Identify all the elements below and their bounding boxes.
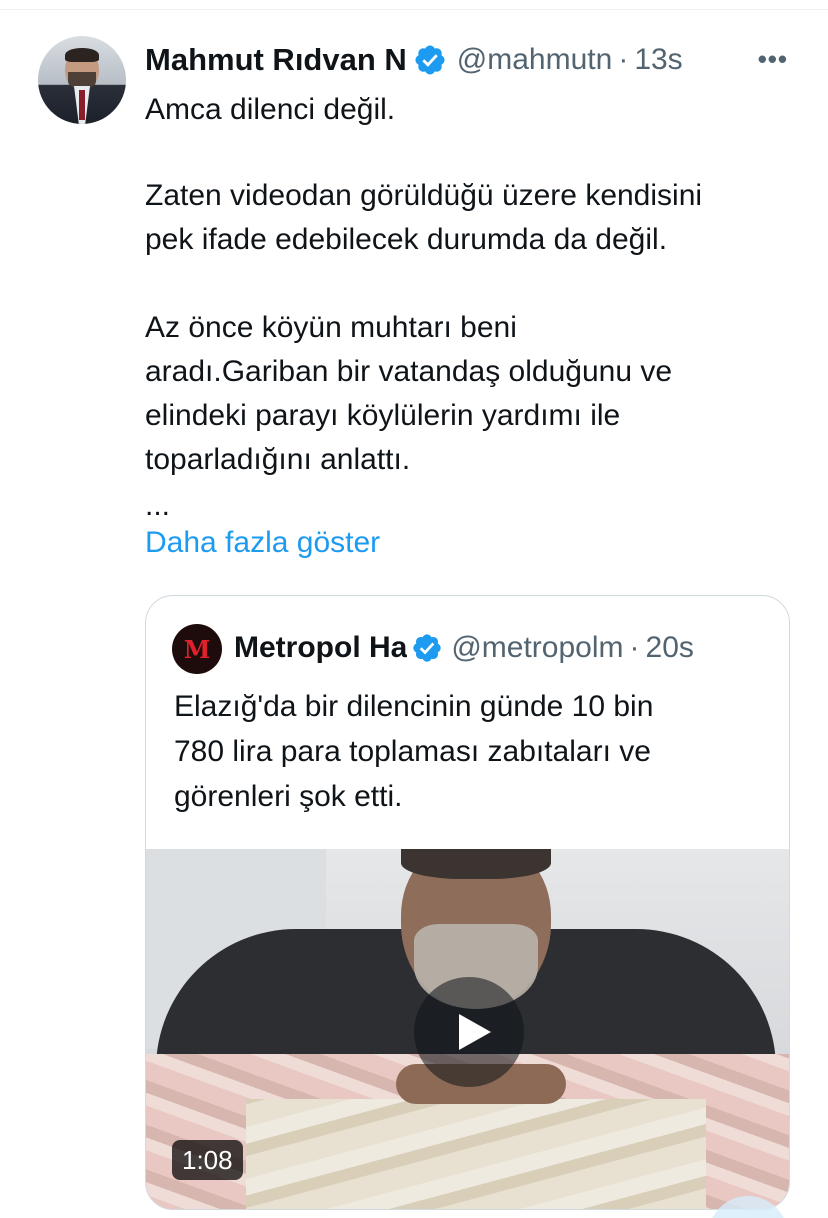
tweet-text-line: toparladığını anlattı. xyxy=(145,443,411,476)
video-thumbnail[interactable]: 1:08 xyxy=(146,849,789,1209)
tweet-header: Mahmut Rıdvan N @mahmutn · 13s xyxy=(145,38,795,82)
quoted-text-line: Elazığ'da bir dilencinin günde 10 bin xyxy=(174,690,654,723)
quoted-text-line: görenleri şok etti. xyxy=(174,780,403,813)
show-more-link[interactable]: Daha fazla göster xyxy=(145,526,380,560)
more-icon[interactable]: ••• xyxy=(758,44,788,75)
tweet-text-line: Zaten videodan görüldüğü üzere kendisini xyxy=(145,179,703,212)
tweet-text-line: Az önce köyün muhtarı beni xyxy=(145,311,517,344)
quoted-author-name[interactable]: Metropol Ha xyxy=(234,631,407,665)
metropol-logo-letter: M xyxy=(183,634,211,664)
verified-badge-icon xyxy=(413,634,442,662)
author-name[interactable]: Mahmut Rıdvan N xyxy=(145,42,407,78)
quoted-tweet-card[interactable]: M Metropol Ha @metropolm · 20s Elazığ'da… xyxy=(145,595,790,1210)
quoted-tweet-text: Elazığ'da bir dilencinin günde 10 bin 78… xyxy=(174,684,764,819)
top-divider xyxy=(0,0,828,10)
verified-badge-icon xyxy=(415,45,445,75)
tweet-text-line: aradı.Gariban bir vatandaş olduğunu ve xyxy=(145,355,673,388)
author-avatar[interactable] xyxy=(38,36,126,124)
quoted-tweet-header: Metropol Ha @metropolm · 20s xyxy=(234,628,774,668)
tweet-text-line: Amca dilenci değil. xyxy=(145,93,396,126)
author-handle[interactable]: @mahmutn xyxy=(457,43,613,77)
timestamp[interactable]: 13s xyxy=(634,43,682,77)
separator: · xyxy=(618,43,629,76)
play-icon[interactable] xyxy=(414,977,524,1087)
separator: · xyxy=(629,631,640,664)
tweet-text-ellipsis: ... xyxy=(145,489,171,522)
tweet-text-line: elindeki parayı köylülerin yardımı ile xyxy=(145,399,621,432)
quoted-text-line: 780 lira para toplaması zabıtaları ve xyxy=(174,735,651,768)
quoted-timestamp[interactable]: 20s xyxy=(646,631,694,665)
quoted-author-handle[interactable]: @metropolm xyxy=(451,631,623,665)
quoted-author-avatar[interactable]: M xyxy=(172,624,222,674)
tweet-text-line: pek ifade edebilecek durumda da değil. xyxy=(145,223,668,256)
video-duration-badge: 1:08 xyxy=(172,1140,243,1180)
